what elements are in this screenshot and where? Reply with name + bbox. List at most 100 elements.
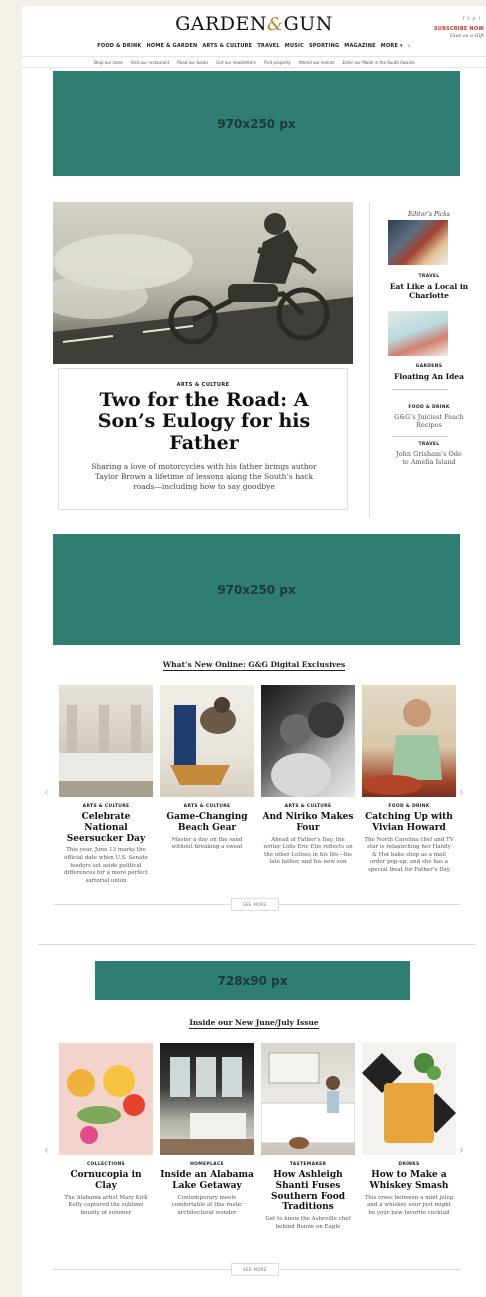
instagram-icon[interactable]: i — [479, 16, 480, 22]
editors-pick-charlotte[interactable]: TRAVEL Eat Like a Local in Charlotte — [376, 274, 482, 300]
search-icon[interactable]: ⌕ — [408, 43, 411, 49]
ad-size-label: 728x90 px — [217, 973, 288, 988]
main-nav: FOOD & DRINK HOME & GARDEN ARTS & CULTUR… — [22, 43, 486, 49]
pinterest-icon[interactable]: p — [472, 16, 475, 22]
carousel-prev-arrow[interactable]: ‹ — [44, 1143, 49, 1157]
card-dek: This cross between a mint julep and a wh… — [364, 1194, 454, 1216]
card-kicker[interactable]: ARTS & CULTURE — [59, 804, 153, 809]
hero-image[interactable] — [53, 202, 353, 364]
card-title[interactable]: Celebrate National Seersucker Day — [59, 812, 153, 844]
editors-pick-grisham[interactable]: TRAVEL John Grisham’s Ode to Amelia Isla… — [376, 442, 482, 467]
nav-home-garden[interactable]: HOME & GARDEN — [146, 43, 197, 49]
ad-banner-top[interactable]: 970x250 px — [53, 71, 460, 176]
editors-pick-kicker[interactable]: TRAVEL — [376, 274, 482, 279]
gift-link[interactable]: Give as a Gift — [450, 33, 484, 39]
card-kicker[interactable]: COLLECTIONS — [59, 1162, 153, 1167]
subnav-books[interactable]: Read our books — [177, 60, 208, 65]
card-image[interactable] — [160, 685, 254, 797]
hero-title[interactable]: Two for the Road: A Son’s Eulogy for his… — [75, 389, 333, 454]
digital-card-beach-gear[interactable]: ARTS & CULTURE Game-Changing Beach Gear … — [160, 685, 254, 852]
issue-card-cornucopia[interactable]: COLLECTIONS Cornucopia in Clay The Alaba… — [59, 1043, 153, 1217]
card-title[interactable]: And Niriko Makes Four — [261, 812, 355, 834]
hero-card[interactable]: ARTS & CULTURE Two for the Road: A Son’s… — [58, 368, 348, 510]
subnav-events[interactable]: Attend our events — [298, 60, 334, 65]
nav-more[interactable]: MORE ▾ — [381, 43, 403, 49]
editors-pick-floating[interactable]: GARDENS Floating An Idea — [376, 364, 482, 381]
issue-card-ashleigh-shanti[interactable]: TASTEMAKER How Ashleigh Shanti Fuses Sou… — [261, 1043, 355, 1231]
card-title[interactable]: How Ashleigh Shanti Fuses Southern Food … — [261, 1170, 355, 1213]
card-dek: Contemporary meets comfortable at this r… — [171, 1194, 243, 1216]
nav-travel[interactable]: TRAVEL — [257, 43, 279, 49]
facebook-icon[interactable]: f — [463, 16, 465, 22]
nav-food-drink[interactable]: FOOD & DRINK — [97, 43, 141, 49]
card-dek: The North Carolina chef and TV star is r… — [364, 836, 454, 873]
card-kicker[interactable]: HOMEPLACE — [160, 1162, 254, 1167]
editors-pick-title[interactable]: G&G’s Juiciest Peach Recipes — [376, 413, 482, 430]
carousel-next-arrow[interactable]: › — [459, 1143, 464, 1157]
subnav-newsletters[interactable]: Get our newsletters — [216, 60, 256, 65]
card-title[interactable]: Cornucopia in Clay — [59, 1170, 153, 1192]
editors-pick-kicker[interactable]: FOOD & DRINK — [376, 405, 482, 410]
editors-pick-title[interactable]: Floating An Idea — [376, 372, 482, 381]
carousel-next-arrow[interactable]: › — [459, 785, 464, 799]
hero-kicker[interactable]: ARTS & CULTURE — [59, 382, 347, 388]
card-kicker[interactable]: TASTEMAKER — [261, 1162, 355, 1167]
editors-pick-image-charlotte[interactable] — [388, 220, 448, 265]
section-title-text: What’s New Online: G&G Digital Exclusive… — [162, 660, 346, 671]
card-title[interactable]: Catching Up with Vivian Howard — [362, 812, 456, 834]
card-dek: This year, June 13 marks the official da… — [64, 847, 148, 884]
card-kicker[interactable]: ARTS & CULTURE — [261, 804, 355, 809]
kitchen-photo — [261, 1052, 355, 1149]
logo-text-left: GARDEN — [175, 13, 268, 35]
editors-pick-kicker[interactable]: GARDENS — [376, 364, 482, 369]
editors-pick-title[interactable]: Eat Like a Local in Charlotte — [376, 282, 482, 300]
card-title[interactable]: How to Make a Whiskey Smash — [362, 1170, 456, 1192]
nav-music[interactable]: MUSIC — [285, 43, 304, 49]
vivian-howard-photo — [362, 699, 442, 795]
card-title[interactable]: Game-Changing Beach Gear — [160, 812, 254, 834]
digital-card-niriko[interactable]: ARTS & CULTURE And Niriko Makes Four Ahe… — [261, 685, 355, 867]
see-more-button-issue[interactable]: SEE MORE — [231, 1263, 279, 1276]
card-kicker[interactable]: ARTS & CULTURE — [160, 804, 254, 809]
ad-banner-leader[interactable]: 728x90 px — [95, 961, 410, 1000]
see-more-button-digital[interactable]: SEE MORE — [231, 898, 279, 911]
digital-card-seersucker[interactable]: ARTS & CULTURE Celebrate National Seersu… — [59, 685, 153, 885]
card-image[interactable] — [362, 1043, 456, 1155]
subnav-shop[interactable]: Shop our store — [93, 60, 122, 65]
carousel-prev-arrow[interactable]: ‹ — [44, 785, 49, 799]
card-title[interactable]: Inside an Alabama Lake Getaway — [160, 1170, 254, 1192]
card-image[interactable] — [261, 1043, 355, 1155]
ceramic-vegetables-photo — [67, 1065, 145, 1144]
section-title-text: Inside our New June/July Issue — [189, 1018, 319, 1029]
issue-card-lake-getaway[interactable]: HOMEPLACE Inside an Alabama Lake Getaway… — [160, 1043, 254, 1217]
nav-sporting[interactable]: SPORTING — [309, 43, 339, 49]
issue-card-whiskey-smash[interactable]: DRINKS How to Make a Whiskey Smash This … — [362, 1043, 456, 1217]
nav-magazine[interactable]: MAGAZINE — [344, 43, 376, 49]
card-image[interactable] — [59, 685, 153, 797]
twitter-icon[interactable]: t — [467, 16, 469, 22]
card-kicker[interactable]: DRINKS — [362, 1162, 456, 1167]
site-logo[interactable]: GARDEN&GUN — [22, 13, 486, 35]
sub-nav: Shop our store Visit our restaurant Read… — [22, 56, 486, 68]
editors-pick-title[interactable]: John Grisham’s Ode to Amelia Island — [376, 450, 482, 467]
editors-picks-divider — [392, 436, 448, 437]
subnav-awards[interactable]: Enter our Made in the South Awards — [342, 60, 414, 65]
card-dek: Master a day on the sand without breakin… — [171, 836, 243, 851]
card-image[interactable] — [261, 685, 355, 797]
card-kicker[interactable]: FOOD & DRINK — [362, 804, 456, 809]
digital-card-vivian-howard[interactable]: FOOD & DRINK Catching Up with Vivian How… — [362, 685, 456, 874]
nav-arts-culture[interactable]: ARTS & CULTURE — [202, 43, 252, 49]
editors-pick-kicker[interactable]: TRAVEL — [376, 442, 482, 447]
subnav-property[interactable]: Find property — [264, 60, 291, 65]
ad-banner-middle[interactable]: 970x250 px — [53, 534, 460, 645]
subscribe-link[interactable]: SUBSCRIBE NOW — [434, 26, 484, 32]
seersucker-photo — [59, 705, 153, 797]
editors-pick-peach[interactable]: FOOD & DRINK G&G’s Juiciest Peach Recipe… — [376, 405, 482, 430]
card-image[interactable] — [59, 1043, 153, 1155]
card-image[interactable] — [362, 685, 456, 797]
card-image[interactable] — [160, 1043, 254, 1155]
social-links: f t p i — [463, 16, 480, 22]
subnav-restaurant[interactable]: Visit our restaurant — [131, 60, 170, 65]
editors-pick-image-floating[interactable] — [388, 311, 448, 356]
section-title-digital: What’s New Online: G&G Digital Exclusive… — [22, 660, 486, 671]
